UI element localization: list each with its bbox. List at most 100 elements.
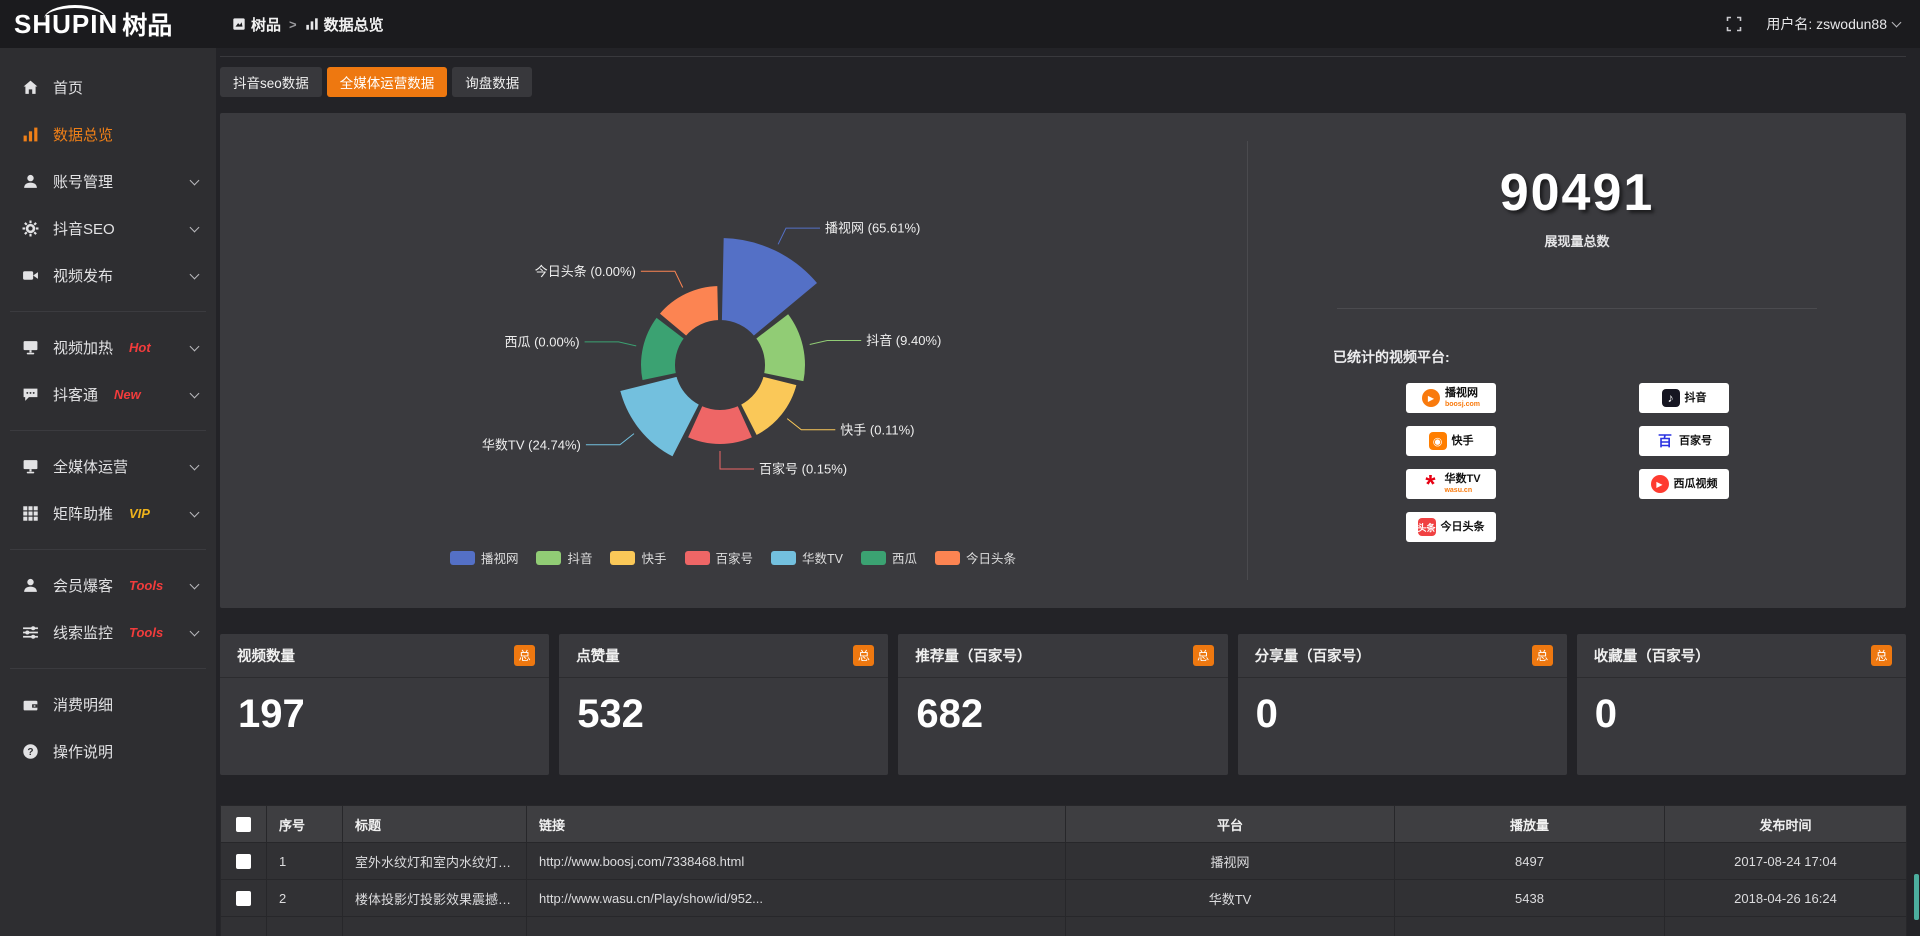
sidebar-divider (10, 668, 206, 669)
cell-platform: 播视网 (1066, 843, 1395, 880)
sidebar-item-member-burst[interactable]: 会员爆客 Tools (0, 562, 216, 609)
total-badge: 总 (1532, 645, 1553, 666)
breadcrumb: 树品 > 数据总览 (232, 14, 384, 35)
tab-omnimedia-data[interactable]: 全媒体运营数据 (327, 67, 448, 97)
sidebar-divider (10, 430, 206, 431)
stat-card-title: 分享量（百家号） (1255, 645, 1371, 666)
cell-platform: 华数TV (1066, 880, 1395, 917)
chat-bubble-icon (22, 386, 39, 403)
legend-item[interactable]: 抖音 (536, 548, 592, 567)
chevron-down-icon (190, 175, 200, 185)
sidebar-item-omnimedia[interactable]: 全媒体运营 (0, 443, 216, 490)
pie-label-line (787, 419, 835, 430)
sidebar-item-account[interactable]: 账号管理 (0, 158, 216, 205)
sidebar-item-label: 消费明细 (53, 694, 113, 715)
pie-label-line (720, 451, 754, 469)
chevron-down-icon (1892, 18, 1902, 28)
cell-time: 2017-08-24 17:04 (1665, 843, 1907, 880)
sliders-icon (22, 624, 39, 641)
sidebar-item-douketong[interactable]: 抖客通 New (0, 371, 216, 418)
cell-title-link[interactable]: 楼体投影灯投影效果震撼上市 (343, 880, 527, 917)
legend-item[interactable]: 西瓜 (861, 548, 917, 567)
rose-chart: 播视网 (65.61%)抖音 (9.40%)快手 (0.11%)百家号 (0.1… (228, 141, 1238, 561)
legend-label: 抖音 (567, 548, 592, 567)
pie-label: 快手 (0.11%) (840, 422, 914, 437)
breadcrumb-current[interactable]: 数据总览 (305, 14, 384, 35)
summary-panel: 90491 展现量总数 已统计的视频平台: ▶ 播视网boosj.com ◉ 快… (1247, 141, 1906, 580)
col-header-link: 链接 (527, 806, 1066, 843)
platform-badge-baijiahao: 百 百家号 (1639, 426, 1729, 456)
help-circle-icon: ? (22, 743, 39, 760)
pie-label-line (585, 342, 637, 346)
stat-card-favorites: 收藏量（百家号）总 0 (1577, 634, 1906, 775)
legend-item[interactable]: 播视网 (450, 548, 519, 567)
sidebar-divider (10, 549, 206, 550)
scrollbar-thumb[interactable] (1914, 874, 1919, 920)
sidebar-item-data-overview[interactable]: 数据总览 (0, 111, 216, 158)
stat-card-likes: 点赞量总 532 (559, 634, 888, 775)
cell-url-link[interactable]: http://www.wasu.cn/Play/show/id/952... (527, 880, 1066, 917)
legend-swatch (450, 551, 475, 565)
vip-badge: VIP (129, 506, 150, 521)
breadcrumb-root[interactable]: 树品 (232, 14, 281, 35)
fullscreen-icon[interactable] (1726, 16, 1742, 32)
chevron-down-icon (190, 269, 200, 279)
cell-index: 1 (267, 843, 343, 880)
platform-badge-douyin: ♪ 抖音 (1639, 383, 1729, 413)
sidebar-item-lead-monitor[interactable]: 线索监控 Tools (0, 609, 216, 656)
sidebar-item-home[interactable]: 首页 (0, 64, 216, 111)
row-checkbox[interactable] (236, 891, 251, 906)
platform-name: 西瓜视频 (1674, 479, 1718, 490)
bar-chart-icon (305, 17, 319, 31)
platform-name: 抖音 (1685, 393, 1707, 404)
legend-item[interactable]: 华数TV (771, 548, 843, 567)
pie-slice-4[interactable] (619, 376, 700, 458)
pie-label-line (641, 271, 683, 287)
sidebar-item-label: 操作说明 (53, 741, 113, 762)
stat-card-video-count: 视频数量总 197 (220, 634, 549, 775)
legend-item[interactable]: 快手 (610, 548, 666, 567)
sidebar-item-help[interactable]: ? 操作说明 (0, 728, 216, 775)
chevron-down-icon (190, 222, 200, 232)
pie-label-line (778, 228, 820, 244)
sidebar-item-video-publish[interactable]: 视频发布 (0, 252, 216, 299)
sidebar-item-label: 抖音SEO (53, 218, 115, 239)
total-badge: 总 (1193, 645, 1214, 666)
hot-badge: Hot (129, 340, 151, 355)
legend-item[interactable]: 百家号 (685, 548, 754, 567)
legend-item[interactable]: 今日头条 (935, 548, 1016, 567)
data-tabs: 抖音seo数据 全媒体运营数据 询盘数据 (220, 67, 1906, 97)
videos-table: 序号 标题 链接 平台 播放量 发布时间 1 室外水纹灯和室内水纹灯的区别和简介… (220, 805, 1907, 936)
platform-badge-boosj: ▶ 播视网boosj.com (1406, 383, 1496, 413)
col-header-index: 序号 (267, 806, 343, 843)
user-menu[interactable]: 用户名: zswodun88 (1766, 14, 1900, 34)
select-all-checkbox[interactable] (236, 817, 251, 832)
wallet-icon (22, 696, 39, 713)
sidebar-item-douyin-seo[interactable]: 抖音SEO (0, 205, 216, 252)
table-row-partial (221, 917, 1907, 936)
col-header-title: 标题 (343, 806, 527, 843)
total-badge: 总 (853, 645, 874, 666)
cell-url-link[interactable]: http://www.boosj.com/7338468.html (527, 843, 1066, 880)
gear-icon (22, 220, 39, 237)
rose-chart-area: 播视网 (65.61%)抖音 (9.40%)快手 (0.11%)百家号 (0.1… (220, 113, 1246, 608)
tab-inquiry-data[interactable]: 询盘数据 (452, 67, 532, 97)
sidebar-item-spend-details[interactable]: 消费明细 (0, 681, 216, 728)
stat-card-value: 682 (898, 678, 1227, 737)
pie-label: 百家号 (0.15%) (759, 462, 847, 477)
cell-title-link[interactable]: 室外水纹灯和室内水纹灯的区别和简介 (343, 843, 527, 880)
svg-text:?: ? (27, 747, 33, 758)
legend-label: 播视网 (481, 548, 519, 567)
platform-badge-xigua: ▶ 西瓜视频 (1639, 469, 1729, 499)
kuaishou-logo-icon: ◉ (1429, 432, 1447, 450)
stat-card-value: 197 (220, 678, 549, 737)
pie-label-line (586, 434, 634, 445)
pie-slice-0[interactable] (721, 237, 819, 337)
sidebar-item-matrix-boost[interactable]: 矩阵助推 VIP (0, 490, 216, 537)
total-badge: 总 (1871, 645, 1892, 666)
platform-name: 播视网 (1445, 388, 1478, 399)
logo: SHUPIN 树品 (0, 0, 216, 48)
sidebar-item-video-heat[interactable]: 视频加热 Hot (0, 324, 216, 371)
tab-douyin-seo-data[interactable]: 抖音seo数据 (220, 67, 322, 97)
row-checkbox[interactable] (236, 854, 251, 869)
